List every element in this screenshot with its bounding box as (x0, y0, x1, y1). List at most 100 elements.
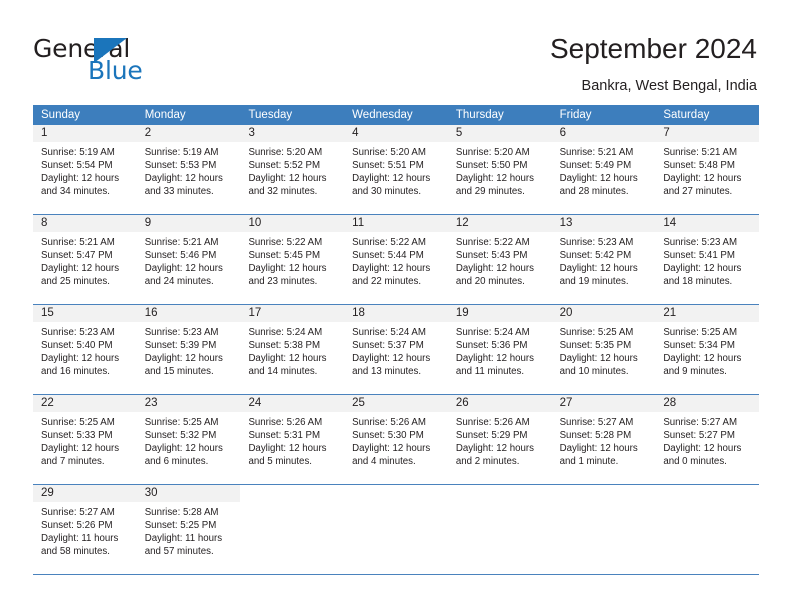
daylight-text-line1: Daylight: 12 hours (663, 443, 742, 455)
day-details: Sunrise: 5:21 AM Sunset: 5:46 PM Daylight:… (137, 232, 241, 288)
day-number-band: 14 (655, 215, 760, 232)
day-number-band: 1 (33, 125, 137, 142)
sunset-text: Sunset: 5:28 PM (559, 430, 632, 442)
calendar-day-cell[interactable]: 18 Sunrise: 5:24 AM Sunset: 5:37 PM Dayligh… (344, 305, 448, 394)
sunset-text: Sunset: 5:36 PM (455, 340, 528, 352)
calendar-day-cell[interactable]: 19 Sunrise: 5:24 AM Sunset: 5:36 PM Dayligh… (447, 305, 552, 394)
calendar-day-cell[interactable]: 7 Sunrise: 5:21 AM Sunset: 5:48 PM Daylight… (655, 125, 760, 214)
day-details: Sunrise: 5:22 AM Sunset: 5:43 PM Daylight:… (448, 232, 552, 288)
weekday-header-friday: Friday (559, 109, 592, 121)
daylight-text-line2: and 11 minutes. (455, 366, 525, 378)
day-details: Sunrise: 5:26 AM Sunset: 5:29 PM Daylight:… (448, 412, 552, 468)
calendar-day-cell[interactable]: 11 Sunrise: 5:22 AM Sunset: 5:44 PM Dayligh… (344, 215, 448, 304)
day-number: 7 (663, 127, 670, 139)
calendar-day-cell[interactable]: 6 Sunrise: 5:21 AM Sunset: 5:49 PM Daylight… (551, 125, 656, 214)
calendar-week-row: 29 Sunrise: 5:27 AM Sunset: 5:26 PM Dayligh… (33, 485, 760, 575)
calendar-day-cell[interactable]: 8 Sunrise: 5:21 AM Sunset: 5:47 PM Daylight… (33, 215, 137, 304)
calendar-day-cell[interactable]: 17 Sunrise: 5:24 AM Sunset: 5:38 PM Dayligh… (240, 305, 345, 394)
calendar-day-cell[interactable]: 22 Sunrise: 5:25 AM Sunset: 5:33 PM Dayligh… (33, 395, 137, 484)
calendar-day-cell[interactable]: 3 Sunrise: 5:20 AM Sunset: 5:52 PM Daylight… (240, 125, 345, 214)
daylight-text-line1: Daylight: 12 hours (144, 353, 223, 365)
sunrise-text: Sunrise: 5:19 AM (41, 147, 115, 158)
day-number: 13 (559, 217, 573, 229)
calendar-day-cell[interactable]: 13 Sunrise: 5:23 AM Sunset: 5:42 PM Dayligh… (551, 215, 656, 304)
daylight-text-line2: and 7 minutes. (41, 456, 105, 468)
calendar-day-cell[interactable]: 24 Sunrise: 5:26 AM Sunset: 5:31 PM Dayligh… (240, 395, 345, 484)
day-number: 25 (352, 397, 365, 409)
day-details: Sunrise: 5:23 AM Sunset: 5:42 PM Daylight:… (552, 232, 656, 288)
sunset-text: Sunset: 5:40 PM (41, 340, 113, 352)
weekday-header-monday: Monday (144, 109, 186, 121)
weekday-header-thursday: Thursday (455, 109, 504, 121)
calendar-day-cell[interactable]: 30 Sunrise: 5:28 AM Sunset: 5:25 PM Dayligh… (136, 485, 241, 574)
day-details: Sunrise: 5:19 AM Sunset: 5:54 PM Daylight:… (33, 142, 137, 198)
day-number: 29 (41, 487, 54, 499)
page-title: September 2024 (549, 33, 757, 64)
calendar-day-cell[interactable]: 28 Sunrise: 5:27 AM Sunset: 5:27 PM Dayligh… (655, 395, 760, 484)
daylight-text-line2: and 27 minutes. (663, 186, 733, 198)
sunrise-text: Sunrise: 5:21 AM (559, 147, 634, 158)
calendar-day-cell[interactable]: 25 Sunrise: 5:26 AM Sunset: 5:30 PM Dayligh… (344, 395, 448, 484)
sunset-text: Sunset: 5:29 PM (455, 430, 528, 442)
calendar-day-cell[interactable]: 26 Sunrise: 5:26 AM Sunset: 5:29 PM Dayligh… (447, 395, 552, 484)
calendar-day-cell[interactable]: 15 Sunrise: 5:23 AM Sunset: 5:40 PM Dayligh… (33, 305, 137, 394)
calendar-day-cell[interactable]: 5 Sunrise: 5:20 AM Sunset: 5:50 PM Daylight… (447, 125, 552, 214)
calendar-day-cell[interactable]: 9 Sunrise: 5:21 AM Sunset: 5:46 PM Daylight… (136, 215, 241, 304)
sunrise-text: Sunrise: 5:27 AM (663, 417, 738, 428)
day-number-band: 7 (655, 125, 760, 142)
sunrise-text: Sunrise: 5:20 AM (248, 147, 323, 158)
day-number: 26 (455, 397, 469, 409)
calendar-day-cell[interactable]: 21 Sunrise: 5:25 AM Sunset: 5:34 PM Dayligh… (655, 305, 760, 394)
calendar-day-cell[interactable]: 20 Sunrise: 5:25 AM Sunset: 5:35 PM Dayligh… (551, 305, 656, 394)
sunset-text: Sunset: 5:38 PM (248, 340, 321, 352)
sunrise-text: Sunrise: 5:23 AM (144, 327, 219, 338)
calendar-day-cell[interactable]: 10 Sunrise: 5:22 AM Sunset: 5:45 PM Dayligh… (240, 215, 345, 304)
day-number-band (240, 485, 344, 502)
calendar-day-cell[interactable]: 12 Sunrise: 5:22 AM Sunset: 5:43 PM Dayligh… (447, 215, 552, 304)
sunrise-text: Sunrise: 5:23 AM (559, 237, 634, 248)
calendar-day-cell-empty (551, 485, 656, 574)
general-blue-logo: General Blue (33, 34, 213, 86)
calendar-day-cell[interactable]: 16 Sunrise: 5:23 AM Sunset: 5:39 PM Dayligh… (136, 305, 241, 394)
daylight-text-line2: and 28 minutes. (559, 186, 629, 198)
page-header: General Blue September 2024 Bankra, West… (0, 0, 792, 100)
calendar-day-cell[interactable]: 14 Sunrise: 5:23 AM Sunset: 5:41 PM Dayligh… (655, 215, 760, 304)
calendar-weeks: 1 Sunrise: 5:19 AM Sunset: 5:54 PM Daylight… (33, 125, 760, 575)
daylight-text-line1: Daylight: 12 hours (663, 173, 742, 185)
day-number: 10 (248, 217, 262, 229)
day-number-band: 30 (136, 485, 241, 502)
sunset-text: Sunset: 5:30 PM (352, 430, 424, 442)
calendar-day-cell[interactable]: 4 Sunrise: 5:20 AM Sunset: 5:51 PM Daylight… (344, 125, 448, 214)
daylight-text-line1: Daylight: 12 hours (455, 263, 534, 275)
day-details: Sunrise: 5:21 AM Sunset: 5:49 PM Daylight:… (552, 142, 656, 198)
calendar-day-cell[interactable]: 29 Sunrise: 5:27 AM Sunset: 5:26 PM Dayligh… (33, 485, 137, 574)
sunrise-text: Sunrise: 5:26 AM (455, 417, 530, 428)
daylight-text-line1: Daylight: 12 hours (41, 263, 120, 275)
day-number-band: 28 (655, 395, 760, 412)
sunset-text: Sunset: 5:48 PM (663, 160, 735, 172)
day-number: 27 (559, 397, 573, 409)
calendar-day-cell[interactable]: 1 Sunrise: 5:19 AM Sunset: 5:54 PM Daylight… (33, 125, 137, 214)
day-details: Sunrise: 5:24 AM Sunset: 5:36 PM Daylight:… (448, 322, 552, 378)
day-number-band: 29 (33, 485, 137, 502)
calendar-day-cell[interactable]: 2 Sunrise: 5:19 AM Sunset: 5:53 PM Daylight… (136, 125, 241, 214)
sunset-text: Sunset: 5:44 PM (352, 250, 424, 262)
day-details: Sunrise: 5:25 AM Sunset: 5:33 PM Daylight:… (33, 412, 137, 468)
calendar-day-cell[interactable]: 23 Sunrise: 5:25 AM Sunset: 5:32 PM Dayligh… (136, 395, 241, 484)
day-number-band: 15 (33, 305, 137, 322)
sunset-text: Sunset: 5:25 PM (144, 520, 217, 532)
day-number: 18 (352, 307, 365, 319)
calendar-day-cell[interactable]: 27 Sunrise: 5:27 AM Sunset: 5:28 PM Dayligh… (551, 395, 656, 484)
day-details: Sunrise: 5:20 AM Sunset: 5:51 PM Daylight:… (344, 142, 448, 198)
day-number: 28 (663, 397, 677, 409)
sunset-text: Sunset: 5:41 PM (663, 250, 735, 262)
sunrise-text: Sunrise: 5:19 AM (144, 147, 219, 158)
daylight-text-line1: Daylight: 12 hours (248, 353, 327, 365)
calendar-grid: Sunday Monday Tuesday Wednesday Thursday… (33, 105, 760, 575)
day-details: Sunrise: 5:23 AM Sunset: 5:40 PM Daylight:… (33, 322, 137, 378)
day-details: Sunrise: 5:28 AM Sunset: 5:25 PM Daylight:… (137, 502, 241, 558)
day-details: Sunrise: 5:27 AM Sunset: 5:27 PM Daylight:… (655, 412, 759, 468)
day-number-band: 22 (33, 395, 137, 412)
sunset-text: Sunset: 5:32 PM (144, 430, 217, 442)
calendar-week-row: 1 Sunrise: 5:19 AM Sunset: 5:54 PM Daylight… (33, 125, 760, 215)
